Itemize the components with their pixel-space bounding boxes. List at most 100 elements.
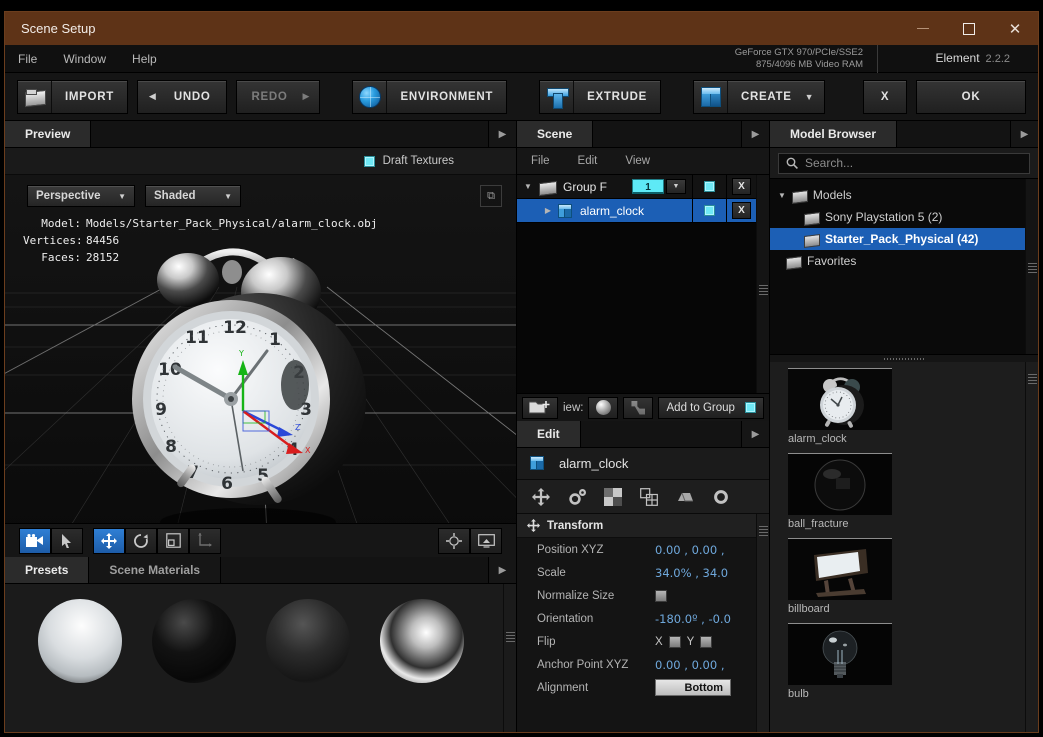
camera-icon[interactable]: [19, 527, 51, 554]
add-to-group-checkbox[interactable]: [744, 402, 756, 413]
list-item[interactable]: bulb: [788, 623, 892, 700]
projection-dropdown[interactable]: Perspective ▼: [27, 185, 135, 207]
cancel-button[interactable]: X: [863, 79, 907, 114]
scene-menu-view[interactable]: View: [611, 148, 664, 175]
tab-preview[interactable]: Preview: [5, 121, 92, 147]
tab-model-browser[interactable]: Model Browser: [770, 121, 898, 147]
scrollbar-grip[interactable]: [506, 632, 515, 644]
environment-button[interactable]: ENVIRONMENT: [352, 79, 508, 114]
axis-icon[interactable]: [189, 527, 221, 554]
expand-triangle-icon[interactable]: ▼: [517, 182, 539, 191]
cube-icon: [694, 80, 729, 113]
menu-help[interactable]: Help: [119, 45, 170, 73]
scene-panel-menu-icon[interactable]: ▶: [741, 121, 769, 147]
scene-menu-edit[interactable]: Edit: [564, 148, 612, 175]
cursor-icon[interactable]: [51, 527, 83, 554]
list-item[interactable]: billboard: [788, 538, 892, 615]
shading-dropdown[interactable]: Shaded ▼: [145, 185, 241, 207]
preset-item[interactable]: [137, 594, 251, 732]
move-icon[interactable]: [93, 527, 125, 554]
group-count-field[interactable]: 1: [632, 179, 664, 194]
add-to-group-button[interactable]: Add to Group: [658, 396, 764, 419]
presets-scrollbar[interactable]: [503, 584, 516, 732]
scrollbar-grip[interactable]: [1028, 374, 1037, 386]
gears-icon[interactable]: [567, 487, 587, 507]
transform-section-header[interactable]: Transform: [517, 514, 756, 538]
alignment-button[interactable]: Bottom: [655, 679, 731, 696]
import-button[interactable]: IMPORT: [17, 79, 128, 114]
panel-splitter[interactable]: [770, 355, 1038, 362]
search-input[interactable]: Search...: [778, 152, 1030, 174]
scene-menu-file[interactable]: File: [517, 148, 564, 175]
tree-item-favorites[interactable]: Favorites: [770, 250, 1025, 272]
tree-item-starter-pack-physical[interactable]: Starter_Pack_Physical (42): [770, 228, 1025, 250]
preset-item[interactable]: [251, 594, 365, 732]
mesh-icon[interactable]: [675, 487, 695, 507]
new-group-icon[interactable]: [522, 396, 558, 419]
minimize-icon[interactable]: [900, 12, 946, 45]
preview-options: Draft Textures: [5, 148, 516, 175]
grid-preview-icon[interactable]: [623, 396, 654, 419]
property-value[interactable]: -180.0º , -0.0: [655, 611, 731, 626]
center-target-icon[interactable]: [438, 527, 470, 554]
undo-button[interactable]: ◀ UNDO: [136, 79, 227, 114]
delete-button[interactable]: X: [732, 178, 751, 195]
tree-item-models[interactable]: ▼ Models: [770, 184, 1025, 206]
scene-scrollbar[interactable]: [756, 175, 769, 393]
preset-item[interactable]: [365, 594, 479, 732]
flip-x-checkbox[interactable]: [668, 635, 681, 648]
extrude-button[interactable]: EXTRUDE: [539, 79, 662, 114]
billboard-thumbnail: [788, 538, 892, 600]
edit-panel-menu-icon[interactable]: ▶: [741, 421, 769, 447]
redo-button[interactable]: REDO ▶: [235, 79, 321, 114]
expand-triangle-icon[interactable]: ▶: [539, 206, 557, 215]
tab-scene-materials[interactable]: Scene Materials: [89, 557, 222, 583]
chevron-down-icon[interactable]: ▼: [666, 179, 686, 194]
menu-file[interactable]: File: [5, 45, 50, 73]
create-button[interactable]: CREATE ▼: [693, 79, 825, 114]
settings-gear-icon[interactable]: [711, 487, 731, 507]
model-browser-panel-menu-icon[interactable]: ▶: [1010, 121, 1038, 147]
group-icon[interactable]: [639, 487, 659, 507]
scale-icon[interactable]: [157, 527, 189, 554]
visibility-checkbox[interactable]: [704, 205, 715, 216]
table-row[interactable]: ▶ alarm_clock X: [517, 198, 756, 223]
menu-window[interactable]: Window: [50, 45, 119, 73]
scrollbar-grip[interactable]: [759, 285, 768, 297]
close-icon[interactable]: ✕: [992, 12, 1038, 45]
tab-presets[interactable]: Presets: [5, 557, 90, 583]
property-value[interactable]: 0.00 , 0.00 ,: [655, 657, 725, 672]
draft-textures-checkbox[interactable]: [363, 155, 375, 167]
expand-icon[interactable]: ⧉: [480, 185, 502, 207]
model-tree-scrollbar[interactable]: [1025, 179, 1038, 354]
property-value[interactable]: 0.00 , 0.00 ,: [655, 542, 725, 557]
tab-scene[interactable]: Scene: [517, 121, 594, 147]
viewport-3d[interactable]: 121 23 45 67 89 1011: [5, 175, 516, 523]
sphere-preview-icon[interactable]: [588, 396, 619, 419]
checker-icon[interactable]: [603, 487, 623, 507]
svg-text:6: 6: [221, 474, 233, 494]
scrollbar-grip[interactable]: [759, 526, 768, 538]
presets-panel-menu-icon[interactable]: ▶: [488, 557, 516, 583]
screen-icon[interactable]: [470, 527, 502, 554]
thumbnails-scrollbar[interactable]: [1025, 362, 1038, 732]
visibility-checkbox[interactable]: [704, 181, 715, 192]
table-row[interactable]: ▼ Group F 1 ▼ X: [517, 175, 756, 199]
tab-edit[interactable]: Edit: [517, 421, 581, 447]
flip-y-checkbox[interactable]: [700, 635, 713, 648]
edit-scrollbar[interactable]: [756, 514, 769, 732]
rotate-icon[interactable]: [125, 527, 157, 554]
list-item[interactable]: ball_fracture: [788, 453, 892, 530]
normalize-size-checkbox[interactable]: [655, 589, 667, 602]
scrollbar-grip[interactable]: [1028, 263, 1037, 275]
delete-button[interactable]: X: [732, 202, 751, 219]
transform-icon[interactable]: [531, 487, 551, 507]
preview-panel-menu-icon[interactable]: ▶: [488, 121, 516, 147]
property-value[interactable]: 34.0% , 34.0: [655, 565, 729, 580]
preset-item[interactable]: [23, 594, 137, 732]
expand-triangle-icon[interactable]: ▼: [778, 191, 786, 200]
tree-item-sony-playstation-5[interactable]: Sony Playstation 5 (2): [770, 206, 1025, 228]
list-item[interactable]: alarm_clock: [788, 368, 892, 445]
ok-button[interactable]: OK: [916, 79, 1026, 114]
maximize-icon[interactable]: [946, 12, 992, 45]
